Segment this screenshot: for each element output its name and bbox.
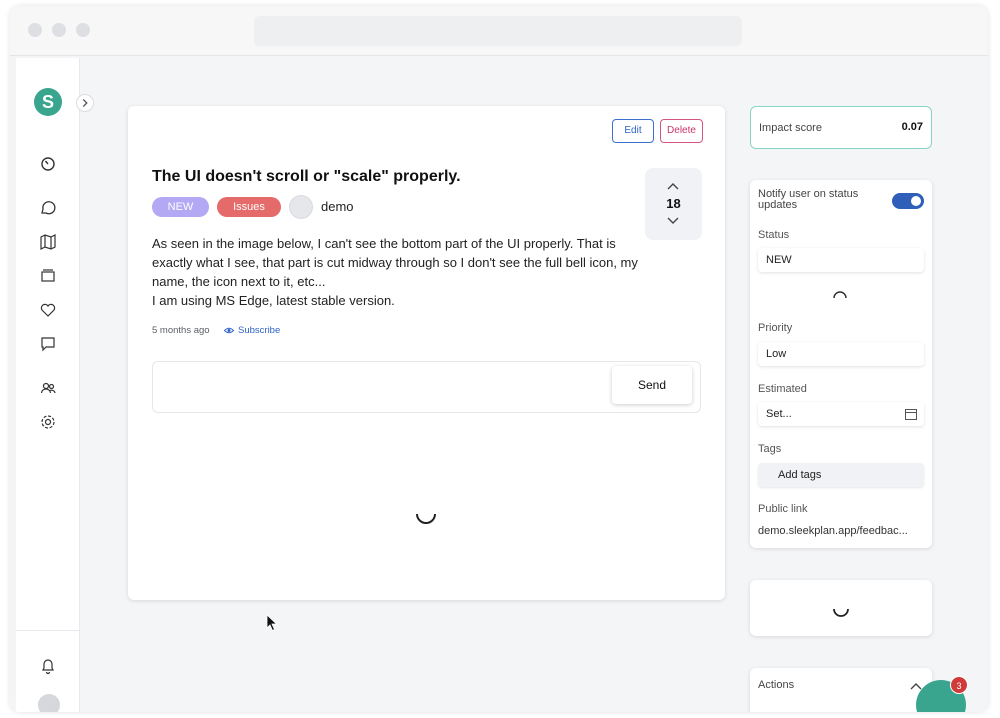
eye-icon <box>224 327 234 334</box>
category-badge[interactable]: Issues <box>217 197 281 217</box>
users-icon[interactable] <box>38 378 58 398</box>
post-paragraph: As seen in the image below, I can't see … <box>152 236 638 289</box>
post-title: The UI doesn't scroll or "scale" properl… <box>152 168 461 185</box>
title-bar <box>10 6 988 56</box>
user-avatar[interactable] <box>38 694 60 712</box>
comment-input[interactable]: Send <box>152 361 701 413</box>
impact-score-label: Impact score <box>759 122 822 134</box>
notify-toggle[interactable] <box>892 193 924 209</box>
close-window-dot[interactable] <box>28 23 42 37</box>
actions-card[interactable]: Actions <box>750 668 932 712</box>
post-timestamp: 5 months ago <box>152 325 210 336</box>
notify-label: Notify user on status updates <box>758 188 859 211</box>
maximize-window-dot[interactable] <box>76 23 90 37</box>
chevron-right-icon <box>82 98 88 108</box>
public-link-label: Public link <box>758 503 808 515</box>
edit-button[interactable]: Edit <box>612 119 654 143</box>
mouse-cursor-icon <box>266 614 278 632</box>
send-button[interactable]: Send <box>612 366 692 404</box>
estimated-label: Estimated <box>758 383 807 395</box>
post-paragraph: I am using MS Edge, latest stable versio… <box>152 293 395 308</box>
subscribe-link[interactable]: Subscribe <box>238 325 280 336</box>
expand-sidebar-button[interactable] <box>76 94 94 112</box>
minimize-window-dot[interactable] <box>52 23 66 37</box>
add-tags-button[interactable]: Add tags <box>758 463 924 487</box>
author-avatar <box>289 195 313 219</box>
downvote-chevron-icon[interactable] <box>666 216 680 226</box>
calendar-icon[interactable] <box>905 408 917 420</box>
status-label: Status <box>758 229 790 241</box>
timer-icon[interactable] <box>38 154 58 174</box>
loading-spinner-icon <box>833 608 849 617</box>
loading-spinner-icon <box>416 513 436 524</box>
vote-count: 18 <box>666 196 681 211</box>
toggle-knob <box>911 196 921 206</box>
estimated-input[interactable]: Set... <box>758 402 924 426</box>
vote-box: 18 <box>645 168 702 240</box>
map-icon[interactable] <box>38 232 58 252</box>
loading-card <box>750 580 932 636</box>
bell-icon[interactable] <box>38 656 58 676</box>
tags-label: Tags <box>758 443 782 455</box>
impact-score-value: 0.07 <box>901 121 923 133</box>
public-link[interactable]: demo.sleekplan.app/feedbac... <box>758 525 928 537</box>
post-card: Edit Delete The UI doesn't scroll or "sc… <box>128 106 725 600</box>
actions-label: Actions <box>758 679 795 691</box>
address-bar[interactable] <box>254 16 742 46</box>
heart-icon[interactable] <box>38 300 58 320</box>
sidebar-divider <box>16 630 80 631</box>
settings-icon[interactable] <box>38 412 58 432</box>
chat-unread-badge: 3 <box>950 676 968 694</box>
loading-spinner-icon <box>833 291 847 299</box>
priority-label: Priority <box>758 322 793 334</box>
details-card: Notify user on status updates Status NEW… <box>750 180 932 548</box>
status-select[interactable]: NEW <box>758 248 924 272</box>
logo[interactable]: S <box>34 88 62 116</box>
delete-button[interactable]: Delete <box>660 119 703 143</box>
estimated-placeholder: Set... <box>766 408 792 420</box>
archive-icon[interactable] <box>38 266 58 286</box>
priority-select[interactable]: Low <box>758 342 924 366</box>
impact-score-card: Impact score 0.07 <box>750 106 932 149</box>
chat-bubble-icon[interactable] <box>38 198 58 218</box>
message-icon[interactable] <box>38 334 58 354</box>
sidebar: S <box>16 58 94 712</box>
author-name[interactable]: demo <box>321 199 354 214</box>
browser-window: S Edit Delete The UI doesn't scroll or "… <box>10 6 988 712</box>
post-body: As seen in the image below, I can't see … <box>152 234 642 310</box>
upvote-chevron-icon[interactable] <box>666 181 680 191</box>
status-badge: NEW <box>152 197 209 217</box>
